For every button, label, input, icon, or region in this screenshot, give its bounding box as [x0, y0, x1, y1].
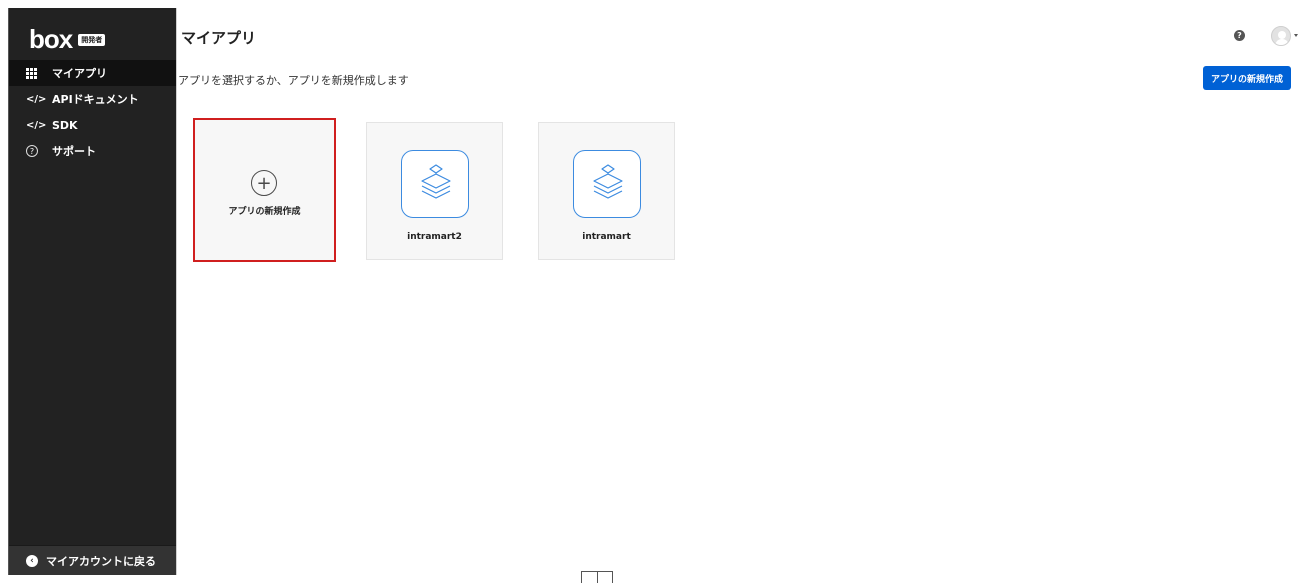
- grid-icon: [26, 67, 44, 79]
- new-app-card[interactable]: + アプリの新規作成: [193, 118, 336, 262]
- logo-text: box: [29, 24, 73, 54]
- avatar-head: [1278, 31, 1286, 39]
- app-card-intramart[interactable]: intramart: [538, 122, 675, 260]
- help-circle-icon: ?: [26, 145, 44, 157]
- app-card-intramart2[interactable]: intramart2: [366, 122, 503, 260]
- app-card-label: intramart2: [407, 232, 462, 242]
- help-icon[interactable]: ?: [1234, 30, 1245, 41]
- code-icon: </>: [26, 119, 47, 131]
- main-content: マイアプリ アプリを選択するか、アプリを新規作成します ? アプリの新規作成 +…: [176, 8, 1310, 583]
- help-circle-glyph: ?: [26, 145, 38, 157]
- page-next[interactable]: [598, 572, 613, 583]
- sidebar-item-sdk[interactable]: </> SDK: [9, 112, 177, 138]
- sidebar-item-api-docs[interactable]: </> APIドキュメント: [9, 86, 177, 112]
- pagination-control[interactable]: [581, 571, 613, 583]
- page-subtitle: アプリを選択するか、アプリを新規作成します: [178, 74, 409, 87]
- avatar-body: [1275, 39, 1289, 45]
- avatar[interactable]: [1271, 26, 1291, 46]
- chevron-down-icon[interactable]: [1294, 34, 1298, 37]
- sidebar-item-my-apps[interactable]: マイアプリ: [9, 60, 177, 86]
- chevron-left-icon: ‹: [26, 554, 38, 567]
- plus-icon: +: [251, 170, 277, 196]
- back-to-account-button[interactable]: ‹ マイアカウントに戻る: [9, 545, 177, 575]
- sidebar-item-support[interactable]: ? サポート: [9, 138, 177, 164]
- new-app-card-label: アプリの新規作成: [228, 207, 301, 217]
- new-app-button[interactable]: アプリの新規作成: [1203, 66, 1291, 90]
- box-logo[interactable]: box 開発者: [29, 24, 106, 55]
- code-icon: </>: [26, 93, 47, 105]
- sidebar-item-label: サポート: [52, 145, 96, 158]
- app-frame: box 開発者 マイアプリ </> APIドキュメント </> SDK ? サポ…: [0, 0, 1310, 583]
- back-to-account-label: マイアカウントに戻る: [46, 554, 156, 568]
- layers-icon: [573, 150, 641, 218]
- sidebar-item-label: マイアプリ: [52, 67, 107, 80]
- page-title: マイアプリ: [181, 29, 257, 47]
- layers-icon: [401, 150, 469, 218]
- page-prev[interactable]: [582, 572, 598, 583]
- sidebar: box 開発者 マイアプリ </> APIドキュメント </> SDK ? サポ…: [8, 8, 177, 575]
- sidebar-item-label: APIドキュメント: [52, 93, 139, 106]
- sidebar-item-label: SDK: [52, 118, 78, 132]
- developer-badge: 開発者: [78, 33, 106, 46]
- sidebar-nav: マイアプリ </> APIドキュメント </> SDK ? サポート: [9, 60, 177, 164]
- app-card-label: intramart: [582, 232, 631, 242]
- top-border: [0, 0, 1310, 8]
